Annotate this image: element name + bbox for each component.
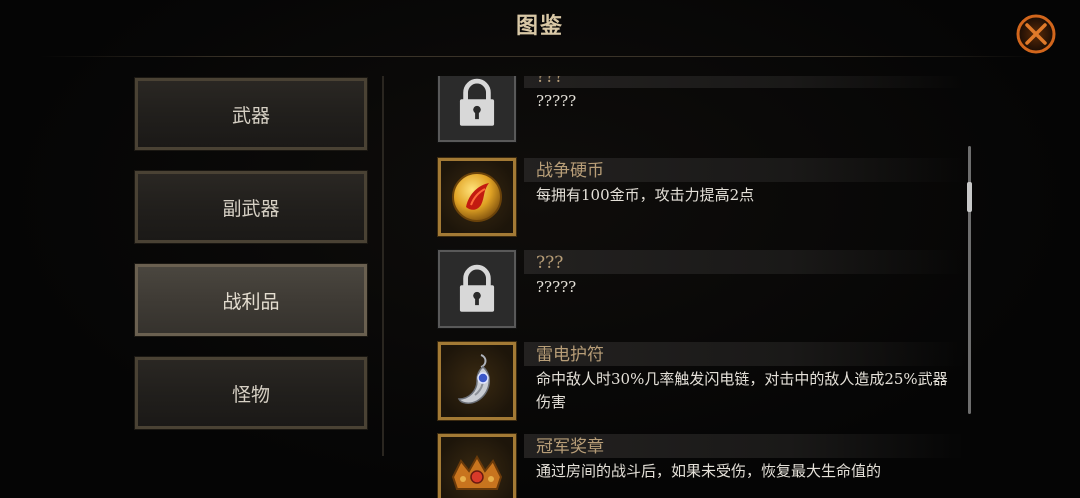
close-button[interactable] [1014, 12, 1058, 56]
category-monsters-button[interactable]: 怪物 [134, 356, 368, 430]
list-item[interactable]: 冠军奖章 通过房间的战斗后，如果未受伤，恢复最大生命值的 [430, 433, 964, 498]
close-x-icon [1016, 14, 1056, 54]
category-secondary-weapons-button[interactable]: 副武器 [134, 170, 368, 244]
category-weapons-button[interactable]: 武器 [134, 77, 368, 151]
name-band [524, 76, 964, 88]
champion-medal-icon [437, 433, 517, 498]
entry-name: 雷电护符 [536, 345, 604, 365]
entry-description: 命中敌人时30%几率触发闪电链，对击中的敌人造成25%武器伤害 [536, 370, 948, 411]
entry-name: 冠军奖章 [536, 437, 604, 457]
category-loot-button[interactable]: 战利品 [134, 263, 368, 337]
list-item[interactable]: ??? ????? [430, 76, 964, 144]
padlock-icon [437, 249, 517, 329]
list-item[interactable]: ??? ????? [430, 249, 964, 330]
list-item[interactable]: 战争硬币 每拥有100金币，攻击力提高2点 [430, 157, 964, 238]
war-coin-icon [437, 157, 517, 237]
scrollbar-thumb[interactable] [967, 181, 972, 212]
thunder-amulet-icon [437, 341, 517, 421]
entry-name: ??? [536, 76, 564, 87]
category-label: 副武器 [222, 197, 280, 220]
category-label: 武器 [231, 104, 270, 127]
page-title: 图鉴 [515, 13, 564, 39]
entry-name: ??? [536, 253, 564, 273]
name-band [524, 250, 964, 274]
title-divider [40, 56, 1040, 57]
panel-divider [382, 76, 384, 456]
list-item[interactable]: 雷电护符 命中敌人时30%几率触发闪电链，对击中的敌人造成25%武器伤害 [430, 341, 964, 434]
entry-description: ????? [536, 278, 577, 296]
entry-name: 战争硬币 [536, 161, 604, 181]
padlock-icon [437, 76, 517, 143]
entry-description: ????? [536, 92, 577, 110]
entry-list[interactable]: ??? ????? 战争硬币 每拥有100金币，攻击力提高2点 ??? ????… [430, 76, 970, 498]
entry-description: 每拥有100金币，攻击力提高2点 [536, 186, 755, 204]
entry-description: 通过房间的战斗后，如果未受伤，恢复最大生命值的 [536, 462, 882, 480]
category-label: 怪物 [231, 383, 270, 406]
category-label: 战利品 [222, 290, 280, 313]
codex-screen: 图鉴 武器 副武器 战利品 怪物 ??? ????? 战争硬币 每拥有100金币… [0, 0, 1080, 498]
